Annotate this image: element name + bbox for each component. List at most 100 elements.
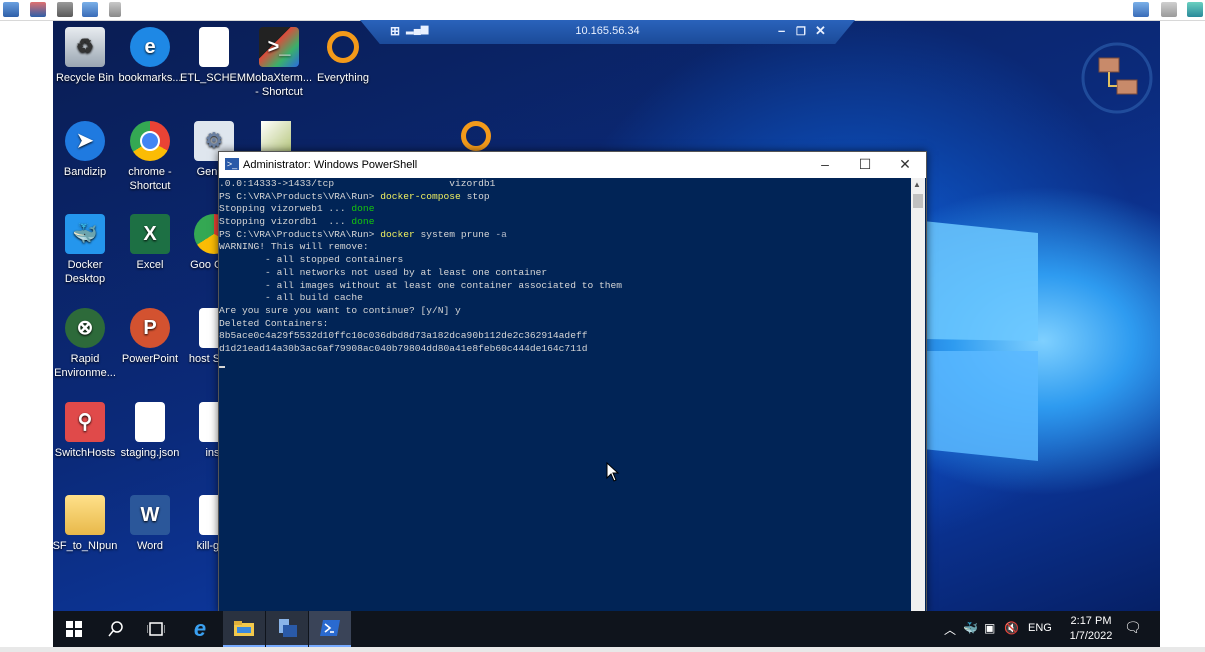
console-output[interactable]: .0.0:14333->1433/tcp vizordb1 PS C:\VRA\P… — [219, 178, 911, 612]
window-title: Administrator: Windows PowerShell — [243, 159, 418, 171]
network-overlay-icon — [1081, 42, 1153, 114]
desktop-icon-staging-json[interactable]: staging.json — [116, 402, 184, 460]
console-line: PS C:\VRA\Products\VRA\Run> docker syste… — [219, 229, 911, 242]
console-text: d1d21ead14a30b3ac6af79908ac040b79804dd80… — [219, 342, 588, 354]
console-text: - all stopped containers — [219, 254, 404, 266]
console-text: Stopping vizordb1 ... — [219, 216, 352, 228]
powershell-title-bar[interactable]: >_ Administrator: Windows PowerShell – ☐… — [219, 152, 926, 178]
vertical-scrollbar[interactable]: ▲ — [911, 178, 925, 612]
powerpoint-icon: P — [130, 308, 170, 348]
rdp-restore-button[interactable]: ❐ — [796, 25, 806, 38]
minimize-button[interactable]: – — [805, 152, 845, 178]
task-view-button[interactable] — [135, 611, 177, 647]
console-text: PS C:\VRA\Products\VRA\Run> — [219, 228, 381, 240]
desktop-icon-etl-schema[interactable]: ETL_SCHEM... — [180, 27, 255, 85]
task-view-icon — [147, 622, 165, 636]
powershell-icon — [320, 620, 340, 636]
maximize-button[interactable]: ☐ — [845, 152, 885, 178]
text-cursor — [219, 366, 225, 369]
scrollbar-thumb[interactable] — [913, 194, 923, 208]
taskbar-powershell[interactable] — [309, 611, 351, 647]
host-left-margin — [0, 21, 53, 652]
desktop-icon-label: chrome - Shortcut — [128, 166, 172, 192]
clock[interactable]: 2:17 PM 1/7/2022 — [1060, 614, 1122, 644]
powershell-window[interactable]: >_ Administrator: Windows PowerShell – ☐… — [218, 151, 927, 613]
language-indicator[interactable]: ENG — [1028, 622, 1052, 634]
desktop-icon-excel[interactable]: X Excel — [116, 214, 184, 272]
notifications-icon[interactable]: 🗨 — [1124, 619, 1142, 636]
host-screens-icon[interactable] — [1133, 2, 1149, 17]
recycle-bin-icon: ♻ — [65, 27, 105, 67]
console-line: - all stopped containers — [219, 254, 911, 267]
console-text: docker — [380, 228, 421, 240]
desktop-icon-rapid-environment[interactable]: ⊗ Rapid Environme... — [53, 308, 119, 380]
console-text: - all images without at least one contai… — [219, 279, 623, 291]
docker-tray-icon[interactable]: 🐳 — [963, 621, 978, 635]
show-hidden-icons-icon[interactable]: ︿ — [944, 621, 956, 638]
mobaxterm-icon: >_ — [259, 27, 299, 67]
volume-muted-icon[interactable]: 🔇 — [1004, 621, 1019, 635]
desktop-icon-label: Recycle Bin — [55, 72, 115, 84]
desktop-icon-mobaxterm[interactable]: >_ MobaXterm... - Shortcut — [245, 27, 313, 99]
search-button[interactable] — [95, 611, 137, 647]
taskbar-file-explorer[interactable] — [223, 611, 265, 647]
host-copy-icon[interactable] — [1161, 2, 1177, 17]
host-computer-icon[interactable] — [57, 2, 73, 17]
taskbar-server-manager[interactable] — [266, 611, 308, 647]
desktop-icon-label: SF_to_NIpun — [53, 540, 118, 552]
excel-icon: X — [130, 214, 170, 254]
host-disconnect-icon[interactable] — [30, 2, 46, 17]
desktop-icon-label: SwitchHosts — [54, 447, 116, 459]
console-text: - all build cache — [219, 292, 363, 304]
console-text: PS C:\VRA\Products\VRA\Run> — [219, 190, 381, 202]
folder-icon — [65, 495, 105, 535]
host-key-icon[interactable] — [109, 2, 121, 17]
host-network-status-icon[interactable] — [1187, 2, 1203, 17]
host-network-icon[interactable] — [3, 2, 19, 17]
close-button[interactable]: ✕ — [885, 152, 925, 178]
clock-date: 1/7/2022 — [1069, 630, 1113, 642]
partial-icon-row2 — [261, 121, 291, 151]
console-text: WARNING! This will remove: — [219, 241, 369, 253]
docker-icon: 🐳 — [65, 214, 105, 254]
windows-logo-icon — [66, 621, 82, 637]
console-text: - all networks not used by at least one … — [219, 266, 548, 278]
taskbar: e ︿ 🐳 ▣ 🔇 ENG 2:17 PM 1/7/2022 🗨 — [53, 611, 1160, 647]
desktop-icon-bookmarks[interactable]: e bookmarks... — [116, 27, 184, 85]
desktop-icon-docker-desktop[interactable]: 🐳 Docker Desktop — [53, 214, 119, 286]
console-text: Are you sure you want to continue? [y/N]… — [219, 304, 461, 316]
rdp-minimize-button[interactable]: – — [778, 23, 785, 38]
desktop-icon-word[interactable]: W Word — [116, 495, 184, 553]
desktop-icon-label: ETL_SCHEM... — [180, 72, 256, 84]
console-text: .0.0:14333->1433/tcp vizordb1 — [219, 178, 496, 189]
host-right-margin — [1160, 21, 1205, 652]
desktop-icon-recycle-bin[interactable]: ♻ Recycle Bin — [53, 27, 119, 85]
internet-explorer-icon: e — [130, 27, 170, 67]
desktop-icon-label: PowerPoint — [121, 353, 179, 365]
rapid-environment-icon: ⊗ — [65, 308, 105, 348]
rdp-close-button[interactable]: ✕ — [815, 23, 826, 39]
desktop-icon-powerpoint[interactable]: P PowerPoint — [116, 308, 184, 366]
desktop-icon-bandizip[interactable]: ➤ Bandizip — [53, 121, 119, 179]
console-line: Are you sure you want to continue? [y/N]… — [219, 305, 911, 318]
console-text: Deleted Containers: — [219, 317, 329, 329]
host-monitor-icon[interactable] — [82, 2, 98, 17]
rdp-connection-bar[interactable]: ⊞ ▂▄▆ 10.165.56.34 – ❐ ✕ — [360, 20, 855, 44]
document-icon — [199, 27, 229, 67]
console-text: done — [351, 216, 375, 228]
network-tray-icon[interactable]: ▣ — [984, 621, 995, 635]
desktop-icon-chrome-shortcut[interactable]: chrome - Shortcut — [116, 121, 184, 193]
desktop-icon-label: Bandizip — [63, 166, 107, 178]
bandizip-icon: ➤ — [65, 121, 105, 161]
powershell-icon: >_ — [225, 158, 239, 170]
folder-icon — [234, 621, 254, 636]
start-button[interactable] — [53, 611, 95, 647]
taskbar-internet-explorer[interactable]: e — [179, 611, 221, 647]
console-text: stop — [466, 190, 490, 202]
console-text: Stopping vizorweb1 ... — [219, 203, 352, 215]
scroll-up-icon[interactable]: ▲ — [913, 180, 921, 189]
desktop-icon-everything[interactable]: Everything — [309, 27, 377, 85]
desktop-icon-switchhosts[interactable]: ⚲ SwitchHosts — [53, 402, 119, 460]
desktop-icon-sf-to-nipun[interactable]: SF_to_NIpun — [53, 495, 119, 553]
console-line: - all images without at least one contai… — [219, 280, 911, 293]
